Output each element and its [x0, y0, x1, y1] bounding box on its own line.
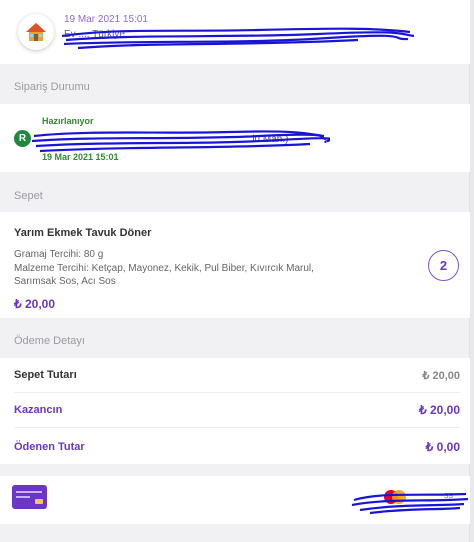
- order-detail-screen: 19 Mar 2021 15:01 Ev ..., Türkiye Sipari…: [0, 0, 470, 542]
- product-weight: Gramaj Tercihi: 80 g: [14, 249, 104, 260]
- card-number-suffix: ss: [444, 490, 453, 500]
- product-name: Yarım Ekmek Tavuk Döner: [14, 227, 152, 239]
- savings-row: Kazancın ₺ 20,00: [14, 393, 460, 428]
- basket-section-label: Sepet: [14, 190, 43, 202]
- savings-label: Kazancın: [14, 404, 63, 416]
- basket-card: Yarım Ekmek Tavuk Döner Gramaj Tercihi: …: [0, 212, 470, 318]
- product-ingredients: Malzeme Tercihi: Ketçap, Mayonez, Kekik,…: [14, 263, 314, 274]
- credit-card-icon: [12, 485, 47, 509]
- subtotal-label: Sepet Tutarı: [14, 369, 77, 381]
- house-icon: [18, 14, 54, 50]
- savings-value: ₺ 20,00: [419, 403, 460, 417]
- order-status-card: Hazırlanıyor R ...lu Mah.) 19 Mar 2021 1…: [0, 104, 470, 172]
- payment-section-label: Ödeme Detayı: [14, 335, 85, 347]
- paid-amount-value: ₺ 0,00: [425, 439, 460, 454]
- restaurant-badge: R: [14, 130, 31, 147]
- status-date: 19 Mar 2021 15:01: [42, 152, 119, 162]
- address-text: Ev ..., Türkiye: [64, 29, 125, 40]
- paid-amount-label: Ödenen Tutar: [14, 440, 85, 453]
- status-text: Hazırlanıyor: [42, 116, 94, 126]
- address-date: 19 Mar 2021 15:01: [64, 14, 148, 25]
- mastercard-icon: [384, 490, 406, 504]
- payment-method-card[interactable]: ss: [0, 476, 470, 524]
- restaurant-name: ...lu Mah.): [244, 134, 289, 145]
- quantity-badge: 2: [428, 250, 459, 281]
- screen-edge: [470, 0, 474, 542]
- paid-amount-row: Ödenen Tutar ₺ 0,00: [14, 429, 460, 464]
- delivery-address-card[interactable]: 19 Mar 2021 15:01 Ev ..., Türkiye: [0, 0, 470, 64]
- product-ingredients-cont: Sarımsak Sos, Acı Sos: [14, 276, 116, 287]
- subtotal-value: ₺ 20,00: [422, 369, 460, 382]
- payment-detail-card: Sepet Tutarı ₺ 20,00 Kazancın ₺ 20,00 Öd…: [0, 358, 470, 464]
- status-section-label: Sipariş Durumu: [14, 81, 90, 93]
- subtotal-row: Sepet Tutarı ₺ 20,00: [14, 358, 460, 393]
- product-price: ₺ 20,00: [14, 297, 55, 311]
